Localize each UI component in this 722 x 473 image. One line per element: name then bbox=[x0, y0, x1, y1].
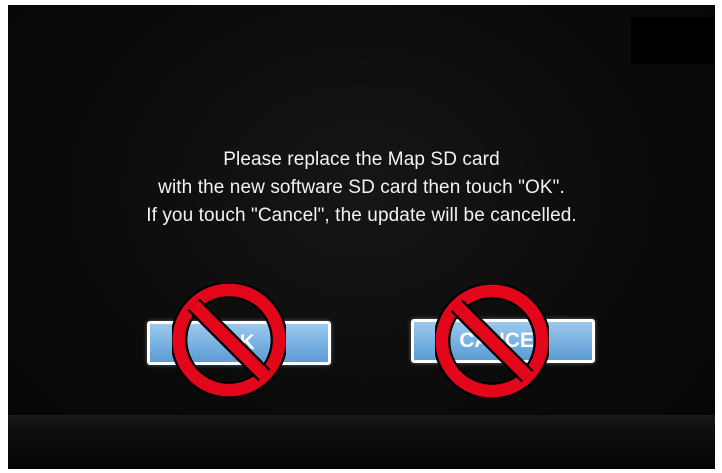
no-symbol-icon bbox=[435, 284, 549, 398]
update-message: Please replace the Map SD card with the … bbox=[8, 146, 715, 230]
message-line-2: with the new software SD card then touch… bbox=[158, 177, 565, 198]
message-line-1: Please replace the Map SD card bbox=[223, 149, 500, 170]
screen-bezel-bottom bbox=[8, 415, 715, 469]
photo-frame: Please replace the Map SD card with the … bbox=[0, 0, 722, 473]
navigation-screen: Please replace the Map SD card with the … bbox=[8, 5, 715, 469]
message-line-3: If you touch "Cancel", the update will b… bbox=[146, 205, 577, 226]
no-symbol-icon bbox=[172, 283, 286, 397]
screen-corner-block bbox=[631, 17, 715, 64]
